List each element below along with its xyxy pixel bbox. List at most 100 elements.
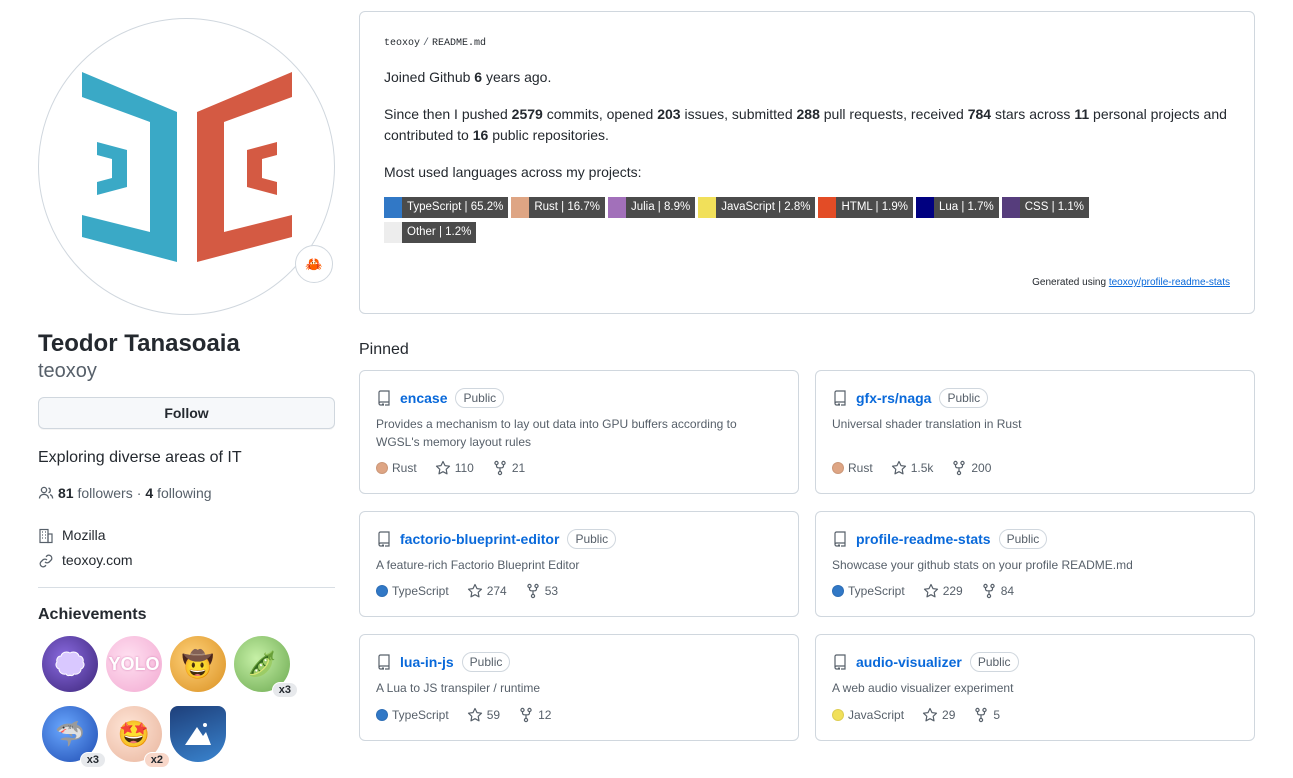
prs-count: 288 [796, 106, 820, 122]
language-color-dot [376, 709, 388, 721]
stats-stars-text: stars across [991, 106, 1075, 122]
avatar[interactable] [38, 18, 335, 315]
repo-link[interactable]: factorio-blueprint-editor [400, 531, 559, 547]
following-count: 4 [145, 485, 154, 501]
readme-owner-link[interactable]: teoxoy [384, 38, 420, 49]
repo-meta: TypeScript 274 53 [376, 583, 558, 599]
followers-link[interactable]: 81 followers [58, 485, 133, 501]
stats-prs-text: pull requests, received [819, 106, 968, 122]
repo-language: Rust [832, 461, 873, 475]
repo-language: JavaScript [832, 708, 904, 722]
card-header: lua-in-js Public [376, 651, 782, 673]
profile-bio: Exploring diverse areas of IT [38, 449, 242, 466]
repo-link[interactable]: profile-readme-stats [856, 531, 991, 547]
repo-link[interactable]: gfx-rs/naga [856, 390, 931, 406]
visibility-badge: Public [939, 388, 989, 408]
readme-file-link[interactable]: README.md [432, 38, 486, 49]
repo-icon [834, 531, 846, 547]
language-name: TypeScript [392, 708, 449, 722]
commits-count: 2579 [511, 106, 543, 122]
language-name: TypeScript [392, 584, 449, 598]
follow-button[interactable]: Follow [38, 397, 335, 429]
language-badge: Lua | 1.7% [915, 197, 999, 218]
repo-forks[interactable]: 84 [981, 583, 1014, 599]
language-name: TypeScript [848, 584, 905, 598]
fork-icon [953, 460, 966, 476]
card-header: encase Public [376, 387, 782, 409]
visibility-badge: Public [998, 529, 1048, 549]
link-icon [39, 554, 53, 567]
stats-pre: Since then I pushed [384, 106, 512, 122]
achievements-title: Achievements [38, 606, 147, 623]
achievement-quickdraw[interactable]: 🤠 [170, 636, 226, 692]
star-icon [467, 583, 482, 598]
repo-forks[interactable]: 5 [973, 707, 1000, 723]
repo-forks[interactable]: 21 [492, 460, 525, 476]
language-swatch [698, 197, 717, 218]
pinned-repo-card: encase Public Provides a mechanism to la… [359, 370, 799, 494]
fork-icon [983, 583, 995, 599]
repo-stars[interactable]: 1.5k [891, 460, 933, 476]
following-link[interactable]: 4 following [145, 485, 211, 501]
repo-icon [834, 390, 846, 406]
profile-sidebar: 🦀 Teodor Tanasoaia teoxoy Follow Explori… [38, 18, 335, 768]
repo-stars[interactable]: 59 [467, 707, 500, 723]
achievement-pair-extraordinaire[interactable]: 🫛 x3 [234, 636, 298, 698]
following-label: following [157, 485, 212, 501]
forks-count: 53 [544, 584, 559, 598]
stars-count: 229 [942, 584, 963, 598]
path-separator: / [423, 38, 430, 49]
repo-meta: TypeScript 59 12 [376, 707, 551, 723]
language-name: Rust [392, 461, 417, 475]
repo-forks[interactable]: 53 [525, 583, 558, 599]
forks-count: 21 [511, 461, 526, 475]
organization-icon [39, 528, 53, 543]
achievement-galaxy-brain[interactable] [42, 636, 98, 692]
yolo-icon: YOLO [108, 653, 160, 674]
repo-stars[interactable]: 110 [435, 460, 474, 476]
pinned-repo-card: gfx-rs/naga Public Universal shader tran… [815, 370, 1255, 494]
stats-repos-text: public repositories. [488, 127, 609, 143]
repo-link[interactable]: lua-in-js [400, 654, 454, 670]
achievement-starstruck[interactable]: 🤩 x2 [106, 706, 170, 768]
visibility-badge: Public [969, 652, 1019, 672]
readme-path: teoxoy / README.md [384, 38, 1230, 49]
language-swatch [607, 197, 626, 218]
achievement-pull-shark[interactable]: 🦈 x3 [42, 706, 106, 768]
cowboy-icon: 🤠 [181, 648, 215, 679]
language-badge: Julia | 8.9% [607, 197, 696, 218]
fork-icon [520, 707, 532, 723]
joined-text: Joined Github 6 years ago. [384, 67, 1230, 88]
language-badge: JavaScript | 2.8% [698, 197, 816, 218]
repo-link[interactable]: audio-visualizer [856, 654, 962, 670]
repo-link[interactable]: encase [400, 390, 447, 406]
brain-icon [55, 651, 85, 677]
star-icon [922, 707, 938, 722]
language-label: Julia | 8.9% [625, 197, 696, 218]
star-icon [923, 583, 938, 598]
card-header: profile-readme-stats Public [832, 528, 1238, 550]
achievement-arctic-code-vault[interactable] [170, 706, 226, 762]
forks-count: 5 [993, 708, 1001, 722]
repo-meta: Rust 1.5k 200 [832, 460, 991, 476]
forks-count: 84 [1000, 584, 1015, 598]
achievement-yolo[interactable]: YOLO [106, 636, 162, 692]
sidebar-divider [38, 587, 335, 588]
repo-description: A web audio visualizer experiment [832, 681, 1014, 695]
company-name: Mozilla [62, 527, 106, 543]
avatar-logo-icon [81, 71, 292, 262]
language-label: Lua | 1.7% [933, 197, 999, 218]
repo-stars[interactable]: 229 [923, 583, 963, 599]
people-icon [38, 486, 54, 499]
language-swatch [384, 222, 402, 243]
card-header: gfx-rs/naga Public [832, 387, 1238, 409]
generated-link[interactable]: teoxoy/profile-readme-stats [1109, 277, 1230, 288]
status-emoji-button[interactable]: 🦀 [295, 245, 333, 283]
repo-stars[interactable]: 29 [922, 707, 955, 723]
repo-stars[interactable]: 274 [467, 583, 507, 599]
website-link[interactable]: teoxoy.com [62, 548, 133, 573]
language-color-dot [832, 709, 844, 721]
repo-forks[interactable]: 200 [951, 460, 991, 476]
repo-language: TypeScript [376, 584, 449, 598]
repo-forks[interactable]: 12 [518, 707, 551, 723]
